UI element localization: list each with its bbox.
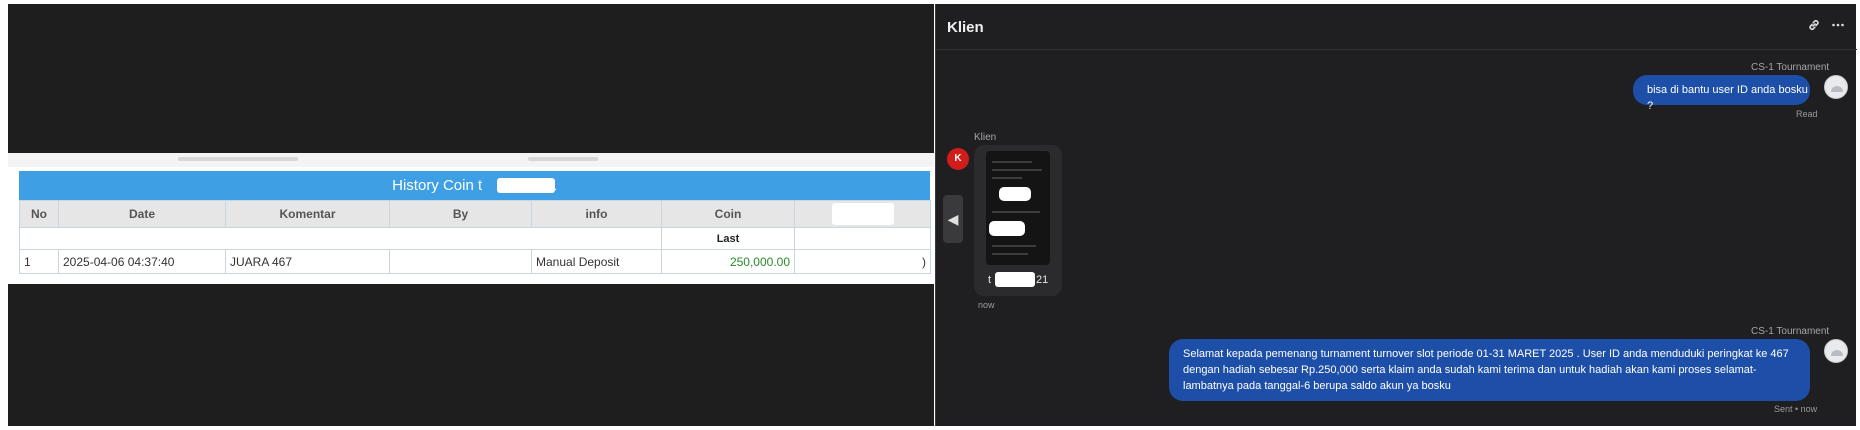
message-bubble[interactable]: bisa di bantu user ID anda bosku ? (1633, 75, 1810, 112)
history-coin-table: No Date Komentar By info Coin Last 1 202… (19, 200, 931, 274)
chat-header: Klien (936, 4, 1857, 50)
cell-no: 1 (19, 249, 59, 274)
cell-date: 2025-04-06 04:37:40 (58, 249, 226, 274)
redaction-box (497, 178, 555, 193)
attachment-caption[interactable]: t 21 (974, 265, 1062, 296)
cell-by (389, 249, 532, 274)
thumb-redaction (989, 221, 1025, 236)
client-avatar: K (947, 148, 969, 170)
message-bubble[interactable]: Selamat kepada pemenang turnament turnov… (1169, 339, 1810, 401)
col-header-no: No (19, 200, 59, 228)
table-subheader-row: Last (19, 227, 931, 250)
col-header-komentar: Komentar (225, 200, 390, 228)
link-icon[interactable] (1803, 16, 1825, 38)
image-thumbnail[interactable] (986, 151, 1050, 265)
message-time: now (978, 300, 995, 310)
chevron-left-icon[interactable]: ◀ (943, 195, 963, 243)
table-row: 1 2025-04-06 04:37:40 JUARA 467 Manual D… (19, 249, 931, 274)
agent-avatar (1824, 339, 1848, 363)
attachment-name-start: t (988, 274, 992, 286)
cell-komentar: JUARA 467 (225, 249, 390, 274)
col-header-date: Date (58, 200, 226, 228)
chat-title: Klien (947, 19, 984, 36)
redaction-box (995, 272, 1035, 287)
cell-extra: ) (794, 249, 931, 274)
subheader-coin-last: Last (661, 227, 795, 250)
history-coin-screenshot: History Coin t21 No Date Komentar By inf… (8, 153, 934, 284)
message-text: Selamat kepada pemenang turnament turnov… (1183, 348, 1789, 392)
screen: History Coin t21 No Date Komentar By inf… (0, 0, 1860, 430)
thumb-detail (992, 161, 1032, 163)
thumb-detail (992, 253, 1028, 255)
thumb-detail (992, 211, 1040, 213)
thumb-detail (992, 177, 1022, 179)
subheader-blank (19, 227, 662, 250)
col-header-coin: Coin (661, 200, 795, 228)
table-title: History Coin t (392, 177, 483, 194)
blur-smudge (178, 157, 298, 161)
table-title-bar: History Coin t21 (19, 171, 930, 200)
subheader-blank (794, 227, 931, 250)
attachment-name-end: 21 (1036, 274, 1049, 286)
blur-smudge (528, 157, 598, 161)
image-attachment[interactable] (974, 145, 1062, 285)
message-text: bisa di bantu user ID anda bosku ? (1647, 84, 1808, 112)
cell-info: Manual Deposit (531, 249, 662, 274)
chat-panel: Klien CS-1 Tournament bisa di bantu user… (935, 4, 1857, 426)
cell-coin: 250,000.00 (661, 249, 795, 274)
screenshot-top-strip (8, 153, 934, 167)
thumb-redaction (999, 187, 1031, 201)
message-status: Read (1796, 109, 1818, 119)
thumb-detail (992, 169, 1042, 171)
col-header-info: info (531, 200, 662, 228)
message-sender: CS-1 Tournament (1751, 326, 1830, 337)
image-viewer-pane: History Coin t21 No Date Komentar By inf… (8, 4, 934, 426)
message-sender: Klien (974, 132, 997, 143)
thumb-detail (992, 245, 1036, 247)
table-header-row: No Date Komentar By info Coin (19, 200, 931, 228)
more-icon[interactable] (1827, 16, 1849, 38)
col-header-redacted (794, 200, 931, 228)
message-status: Sent • now (1774, 404, 1818, 414)
agent-avatar (1824, 75, 1848, 99)
message-sender: CS-1 Tournament (1751, 62, 1830, 73)
col-header-by: By (389, 200, 532, 228)
